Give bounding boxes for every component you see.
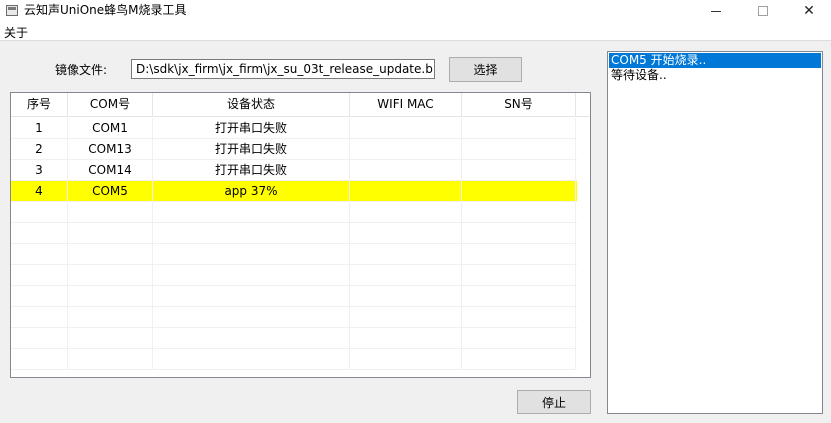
empty-row [11, 265, 577, 286]
cell-com: COM1 [68, 118, 153, 139]
cell-com: COM14 [68, 160, 153, 181]
table-row[interactable]: 3 COM14 打开串口失败 [11, 160, 577, 181]
cell-com: COM5 [68, 181, 153, 202]
menu-about[interactable]: 关于 [4, 24, 28, 41]
empty-row [11, 307, 577, 328]
empty-row [11, 328, 577, 349]
close-icon: ✕ [803, 3, 815, 19]
cell-sn [462, 160, 576, 181]
log-line-selected[interactable]: COM5 开始烧录.. [609, 53, 821, 68]
maximize-icon [758, 6, 768, 16]
window-title: 云知声UniOne蜂鸟M烧录工具 [24, 3, 187, 17]
empty-row [11, 244, 577, 265]
cell-index: 1 [11, 118, 68, 139]
close-button[interactable]: ✕ [786, 0, 831, 22]
cell-status: 打开串口失败 [153, 160, 350, 181]
menu-bar: 关于 [0, 22, 831, 41]
table-row[interactable]: 2 COM13 打开串口失败 [11, 139, 577, 160]
stop-button[interactable]: 停止 [517, 390, 591, 414]
cell-sn [462, 139, 576, 160]
image-file-path-field[interactable]: D:\sdk\jx_firm\jx_firm\jx_su_03t_release… [131, 59, 435, 79]
table-row[interactable]: 1 COM1 打开串口失败 [11, 118, 577, 139]
cell-status: 打开串口失败 [153, 139, 350, 160]
table-row-active[interactable]: 4 COM5 app 37% [11, 181, 577, 202]
column-header-sn[interactable]: SN号 [462, 93, 576, 117]
empty-row [11, 286, 577, 307]
cell-com: COM13 [68, 139, 153, 160]
cell-index: 2 [11, 139, 68, 160]
log-line[interactable]: 等待设备.. [609, 68, 821, 83]
cell-sn [462, 181, 576, 202]
title-bar: 云知声UniOne蜂鸟M烧录工具 ✕ [0, 0, 831, 22]
table-header: 序号 COM号 设备状态 WIFI MAC SN号 [11, 93, 590, 117]
maximize-button[interactable] [740, 0, 786, 22]
cell-wifi-mac [350, 181, 462, 202]
app-window-icon [6, 5, 18, 16]
column-header-index[interactable]: 序号 [11, 93, 68, 117]
empty-row [11, 202, 577, 223]
log-list[interactable]: COM5 开始烧录.. 等待设备.. [607, 51, 823, 414]
column-header-com[interactable]: COM号 [68, 93, 153, 117]
select-file-button[interactable]: 选择 [449, 57, 522, 82]
minimize-button[interactable] [693, 0, 739, 22]
cell-wifi-mac [350, 139, 462, 160]
empty-row [11, 349, 577, 370]
cell-index: 4 [11, 181, 68, 202]
cell-status: 打开串口失败 [153, 118, 350, 139]
empty-row [11, 223, 577, 244]
device-table[interactable]: 序号 COM号 设备状态 WIFI MAC SN号 1 COM1 打开串口失败 … [10, 92, 591, 378]
image-file-label: 镜像文件: [55, 63, 108, 77]
cell-status: app 37% [153, 181, 350, 202]
column-header-status[interactable]: 设备状态 [153, 93, 350, 117]
cell-wifi-mac [350, 160, 462, 181]
cell-index: 3 [11, 160, 68, 181]
minimize-icon [711, 10, 721, 12]
column-header-wifi-mac[interactable]: WIFI MAC [350, 93, 462, 117]
column-header-filler [576, 93, 590, 117]
cell-wifi-mac [350, 118, 462, 139]
cell-sn [462, 118, 576, 139]
